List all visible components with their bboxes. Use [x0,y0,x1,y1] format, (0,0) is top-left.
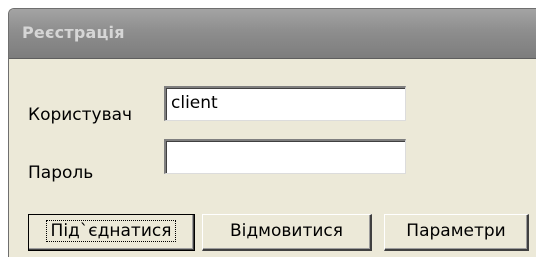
settings-button-label: Параметри [406,221,506,241]
login-dialog: Реєстрація Користувач client Пароль Під`… [8,8,536,257]
connect-button-label: Під`єднатися [45,220,177,242]
cancel-button[interactable]: Відмовитися [202,214,372,251]
title-bar[interactable]: Реєстрація [9,9,536,59]
password-label: Пароль [28,163,94,183]
connect-button[interactable]: Під`єднатися [28,214,195,251]
cancel-button-label: Відмовитися [230,221,343,241]
password-field[interactable] [164,139,406,174]
window-title: Реєстрація [22,23,125,42]
settings-button[interactable]: Параметри [384,214,529,251]
username-label: Користувач [28,105,133,125]
username-field[interactable]: client [164,86,406,121]
